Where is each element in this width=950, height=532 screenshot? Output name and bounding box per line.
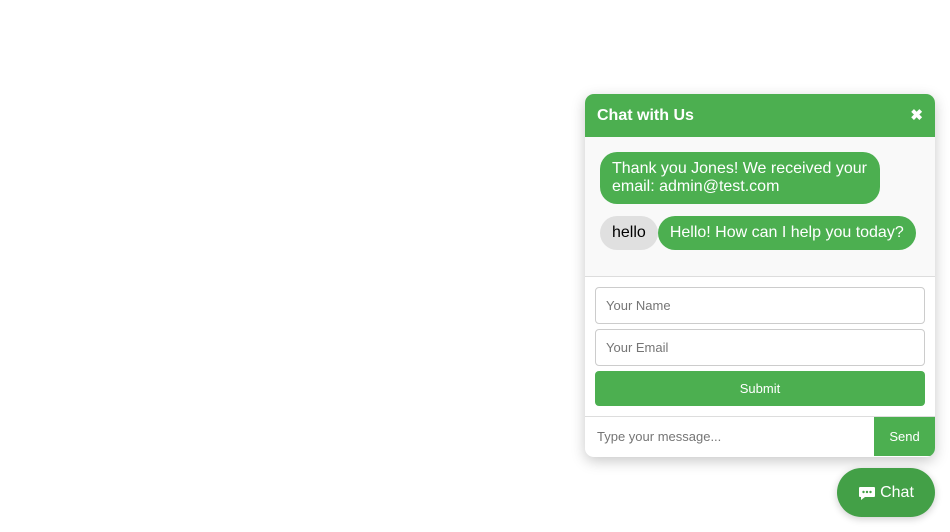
chat-widget: Chat with Us ✖ Thank you Jones! We recei… (585, 94, 935, 457)
email-field[interactable] (595, 329, 925, 366)
page: Chat with Us ✖ Thank you Jones! We recei… (0, 0, 950, 532)
bot-message: Hello! How can I help you today? (657, 216, 916, 250)
message-row: hello Hello! How can I help you today? (600, 216, 920, 250)
message-input[interactable] (585, 417, 874, 456)
submit-button[interactable]: Submit (595, 371, 925, 406)
speech-bubble-icon (858, 486, 876, 500)
chat-title: Chat with Us (597, 106, 694, 124)
contact-form: Submit (585, 277, 935, 417)
bot-message: Thank you Jones! We received your email:… (600, 152, 880, 204)
message-row: Thank you Jones! We received your email:… (600, 152, 920, 204)
chat-header: Chat with Us ✖ (585, 94, 935, 137)
send-button[interactable]: Send (874, 417, 935, 456)
close-icon[interactable]: ✖ (910, 108, 923, 123)
message-list: Thank you Jones! We received your email:… (585, 137, 935, 277)
message-input-bar: Send (585, 417, 935, 456)
chat-launcher-button[interactable]: Chat (837, 468, 935, 517)
name-field[interactable] (595, 287, 925, 324)
launcher-label: Chat (880, 483, 914, 501)
user-message: hello (600, 216, 658, 250)
